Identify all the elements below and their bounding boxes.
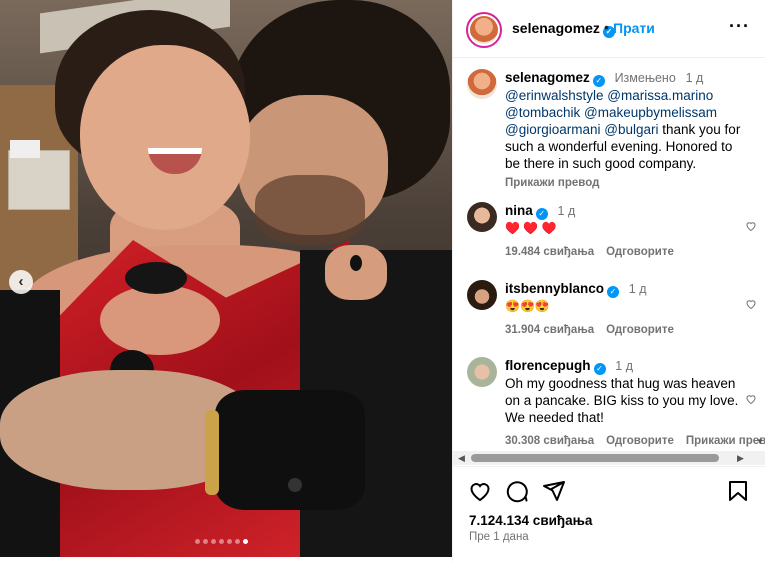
post-header: selenagomez ✓ • Прати ··· (453, 0, 765, 58)
verified-icon: ✓ (593, 363, 606, 375)
bookmark-icon[interactable] (726, 479, 750, 503)
caption-avatar[interactable] (467, 69, 497, 99)
photo-woman-chest (100, 285, 220, 355)
comment-username[interactable]: nina (505, 203, 533, 218)
carousel-dot (203, 539, 208, 544)
like-count[interactable]: 7.124.134 свиђања (469, 513, 592, 528)
heart-icon[interactable] (745, 220, 757, 232)
comment-likes[interactable]: 31.904 свиђања (505, 324, 594, 336)
comment-text: Oh my goodness that hug was heaven on a … (505, 376, 739, 425)
photo-jacket-button (288, 478, 302, 492)
comment-time[interactable]: 1 д (558, 204, 576, 218)
comment-likes[interactable]: 19.484 свиђања (505, 246, 594, 258)
post-time[interactable]: Пре 1 дана (469, 531, 529, 543)
share-icon[interactable] (542, 479, 566, 503)
carousel-dot (211, 539, 216, 544)
photo-man-beard (255, 175, 365, 245)
carousel-dot (195, 539, 200, 544)
carousel-dot (235, 539, 240, 544)
scroll-right-arrow[interactable]: ▶ (737, 451, 744, 465)
follow-button[interactable]: Прати (613, 20, 655, 36)
translate-link[interactable]: Прикажи прев (686, 435, 765, 447)
author-avatar[interactable] (466, 12, 502, 48)
mention-link[interactable]: @makeupbymelissam (584, 105, 717, 120)
horizontal-scrollbar[interactable]: ◀ ▶ (453, 451, 765, 465)
carousel-dots (195, 539, 248, 544)
comment-likes[interactable]: 30.308 свиђања (505, 435, 594, 447)
scroll-left-arrow[interactable]: ◀ (458, 451, 465, 465)
reply-button[interactable]: Одговорите (606, 246, 674, 258)
photo-nail (350, 255, 362, 271)
photo-dress-flower (125, 262, 187, 294)
reply-button[interactable]: Одговорите (606, 435, 674, 447)
post-side-panel: selenagomez ✓ • Прати ··· selenagomez ✓ Из… (452, 0, 765, 561)
chevron-left-icon: ‹ (18, 273, 24, 290)
comment-time[interactable]: 1 д (615, 359, 633, 373)
heart-icon[interactable] (468, 479, 492, 503)
caption-edited: Измењено (614, 71, 676, 85)
carousel-dot (243, 539, 248, 544)
post-actions: 7.124.134 свиђања Пре 1 дана (453, 466, 765, 561)
verified-icon: ✓ (592, 75, 605, 87)
photo-box (8, 150, 70, 210)
heart-icon[interactable] (745, 298, 757, 310)
comment-avatar[interactable] (467, 357, 497, 387)
mention-link[interactable]: @erinwalshstyle (505, 88, 604, 103)
post-photo[interactable]: ‹ (0, 0, 452, 557)
comment-username[interactable]: florencepugh (505, 358, 591, 373)
photo-woman-face (80, 45, 250, 230)
mention-link[interactable]: @tombachik (505, 105, 580, 120)
author-username[interactable]: selenagomez ✓ (512, 20, 615, 38)
reply-button[interactable]: Одговорите (606, 324, 674, 336)
mention-link[interactable]: @marissa.marino (607, 88, 713, 103)
comment-icon[interactable] (505, 479, 529, 503)
comment-avatar[interactable] (467, 280, 497, 310)
comments-list[interactable]: selenagomez ✓ Измењено 1 д @erinwalshstyl… (453, 59, 765, 451)
verified-icon: ✓ (535, 208, 548, 220)
photo-man-sleeve (215, 390, 365, 510)
comment-text: 😍😍😍 (505, 299, 550, 313)
more-horizontal-icon[interactable]: ··· (729, 16, 750, 37)
caption-username[interactable]: selenagomez (505, 70, 590, 85)
photo-bracelet (205, 410, 219, 495)
carousel-prev-button[interactable]: ‹ (9, 270, 33, 294)
header-separator: • (604, 19, 609, 35)
verified-icon: ✓ (607, 286, 620, 298)
carousel-dot (227, 539, 232, 544)
photo-woman-hand (325, 245, 387, 300)
scrollbar-thumb[interactable] (471, 454, 719, 462)
caption-text: @erinwalshstyle @marissa.marino @tombach… (505, 87, 750, 172)
comment-username[interactable]: itsbennyblanco (505, 281, 604, 296)
mention-link[interactable]: @bulgari (604, 122, 658, 137)
comment-avatar[interactable] (467, 202, 497, 232)
caption-time[interactable]: 1 д (686, 71, 704, 85)
scroll-down-arrow[interactable]: ▼ (756, 437, 764, 446)
photo-box-label (10, 140, 40, 158)
comment-time[interactable]: 1 д (629, 282, 647, 296)
heart-icon[interactable] (745, 393, 757, 405)
translate-link[interactable]: Прикажи превод (505, 177, 599, 189)
carousel-dot (219, 539, 224, 544)
mention-link[interactable]: @giorgioarmani (505, 122, 601, 137)
comment-text: ♥️ ♥️ ♥️ (505, 221, 557, 235)
